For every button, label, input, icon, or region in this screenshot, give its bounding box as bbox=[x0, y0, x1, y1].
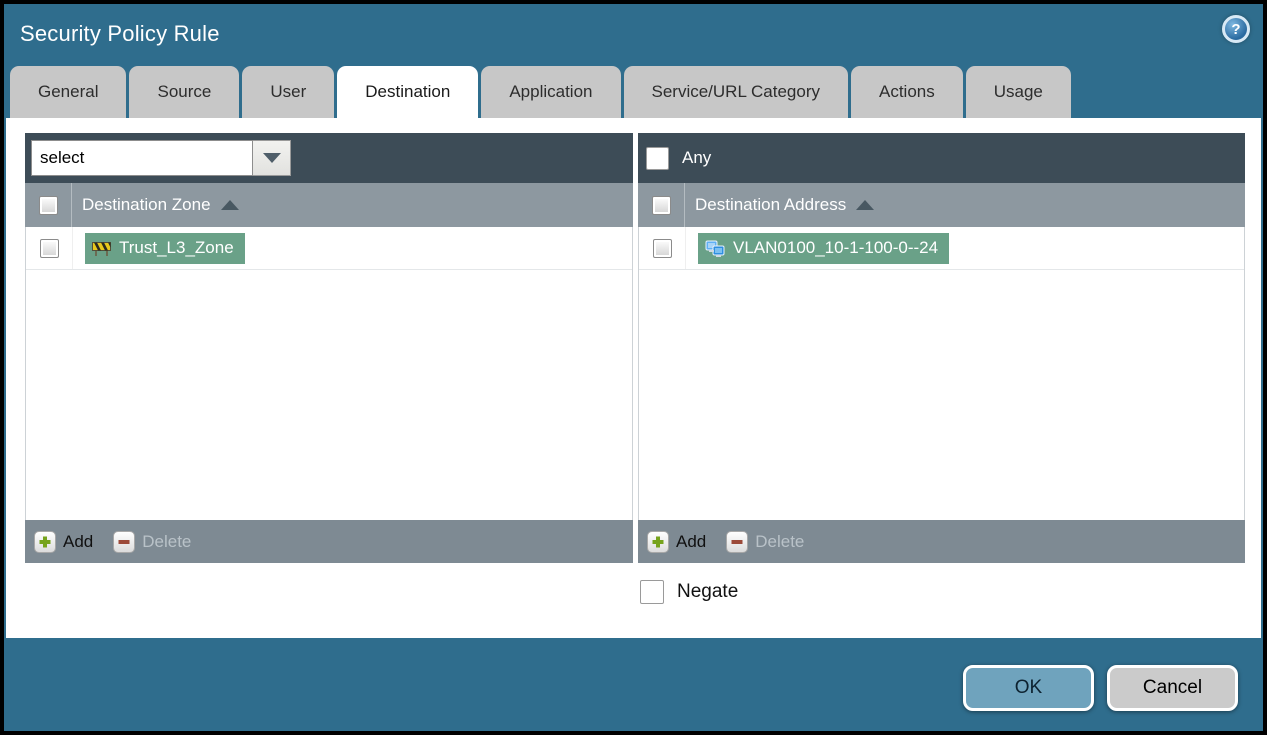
sort-ascending-icon bbox=[856, 200, 875, 210]
address-chip[interactable]: VLAN0100_10-1-100-0--24 bbox=[698, 232, 950, 264]
zone-row-checkbox[interactable] bbox=[39, 238, 59, 258]
address-header-checkbox-cell bbox=[638, 183, 685, 227]
tab-general[interactable]: General bbox=[10, 66, 127, 118]
zone-panel-toolbar-bottom: Add Delete bbox=[25, 520, 633, 563]
sort-ascending-icon bbox=[220, 200, 239, 210]
tab-content: select Destination Zone Trust_L3_Zone Ad… bbox=[6, 118, 1261, 638]
row-checkbox-cell bbox=[639, 227, 686, 269]
delete-icon bbox=[113, 530, 136, 553]
zone-select-input[interactable]: select bbox=[31, 140, 253, 176]
tab-bar: General Source User Destination Applicat… bbox=[4, 64, 1263, 118]
zone-panel-toolbar-top: select bbox=[25, 133, 633, 183]
address-panel-toolbar-bottom: Add Delete bbox=[638, 520, 1245, 563]
destination-address-panel: Any Destination Address VLAN0100_10-1-10… bbox=[638, 133, 1245, 563]
help-icon[interactable]: ? bbox=[1222, 15, 1250, 43]
zone-name: Trust_L3_Zone bbox=[119, 238, 234, 257]
tab-source[interactable]: Source bbox=[129, 66, 240, 118]
zone-column-header[interactable]: Destination Zone bbox=[25, 183, 633, 227]
add-label: Add bbox=[63, 531, 94, 551]
screen: Security Policy Rule ? General Source Us… bbox=[0, 0, 1267, 735]
dialog-title: Security Policy Rule bbox=[20, 21, 220, 46]
address-select-all-checkbox[interactable] bbox=[651, 195, 671, 215]
address-list: VLAN0100_10-1-100-0--24 bbox=[638, 227, 1245, 520]
table-row[interactable]: VLAN0100_10-1-100-0--24 bbox=[639, 227, 1244, 270]
cancel-button[interactable]: Cancel bbox=[1107, 665, 1238, 711]
tab-user[interactable]: User bbox=[242, 66, 335, 118]
network-hosts-icon bbox=[705, 240, 725, 257]
any-label: Any bbox=[682, 148, 712, 167]
chevron-down-icon bbox=[262, 153, 281, 163]
tab-destination[interactable]: Destination bbox=[337, 66, 479, 118]
address-column-header[interactable]: Destination Address bbox=[638, 183, 1245, 227]
ok-button[interactable]: OK bbox=[963, 665, 1094, 711]
delete-address-button[interactable]: Delete bbox=[726, 530, 805, 553]
add-icon bbox=[34, 530, 56, 553]
negate-checkbox[interactable] bbox=[640, 580, 664, 604]
tab-usage[interactable]: Usage bbox=[965, 66, 1071, 118]
table-row[interactable]: Trust_L3_Zone bbox=[26, 227, 632, 270]
destination-zone-panel: select Destination Zone Trust_L3_Zone Ad… bbox=[25, 133, 633, 563]
add-label: Add bbox=[676, 531, 707, 551]
add-zone-button[interactable]: Add bbox=[34, 530, 94, 553]
delete-label: Delete bbox=[755, 531, 805, 551]
address-name: VLAN0100_10-1-100-0--24 bbox=[733, 238, 939, 257]
add-address-button[interactable]: Add bbox=[647, 530, 707, 553]
any-checkbox[interactable] bbox=[646, 146, 669, 170]
zone-chip[interactable]: Trust_L3_Zone bbox=[85, 232, 245, 264]
negate-label: Negate bbox=[677, 581, 739, 602]
zone-select-all-checkbox[interactable] bbox=[38, 195, 58, 215]
delete-label: Delete bbox=[142, 531, 192, 551]
address-panel-toolbar-top: Any bbox=[638, 133, 1245, 183]
negate-row: Negate bbox=[640, 580, 738, 604]
zone-column-label: Destination Zone bbox=[82, 195, 211, 214]
row-checkbox-cell bbox=[26, 227, 73, 269]
tab-actions[interactable]: Actions bbox=[851, 66, 963, 118]
title-bar: Security Policy Rule ? bbox=[4, 4, 1263, 64]
tab-service-url-category[interactable]: Service/URL Category bbox=[623, 66, 848, 118]
zone-select-combo: select bbox=[31, 140, 291, 176]
dialog-footer: OK Cancel bbox=[4, 638, 1263, 731]
security-policy-rule-dialog: Security Policy Rule ? General Source Us… bbox=[4, 4, 1263, 731]
zone-header-checkbox-cell bbox=[25, 183, 72, 227]
zone-select-dropdown-button[interactable] bbox=[253, 140, 291, 176]
address-column-label: Destination Address bbox=[695, 195, 847, 214]
zone-list: Trust_L3_Zone bbox=[25, 227, 633, 520]
delete-icon bbox=[726, 530, 749, 553]
tab-application[interactable]: Application bbox=[481, 66, 621, 118]
zone-barrier-icon bbox=[92, 242, 111, 256]
delete-zone-button[interactable]: Delete bbox=[113, 530, 192, 553]
address-row-checkbox[interactable] bbox=[652, 238, 672, 258]
add-icon bbox=[647, 530, 669, 553]
